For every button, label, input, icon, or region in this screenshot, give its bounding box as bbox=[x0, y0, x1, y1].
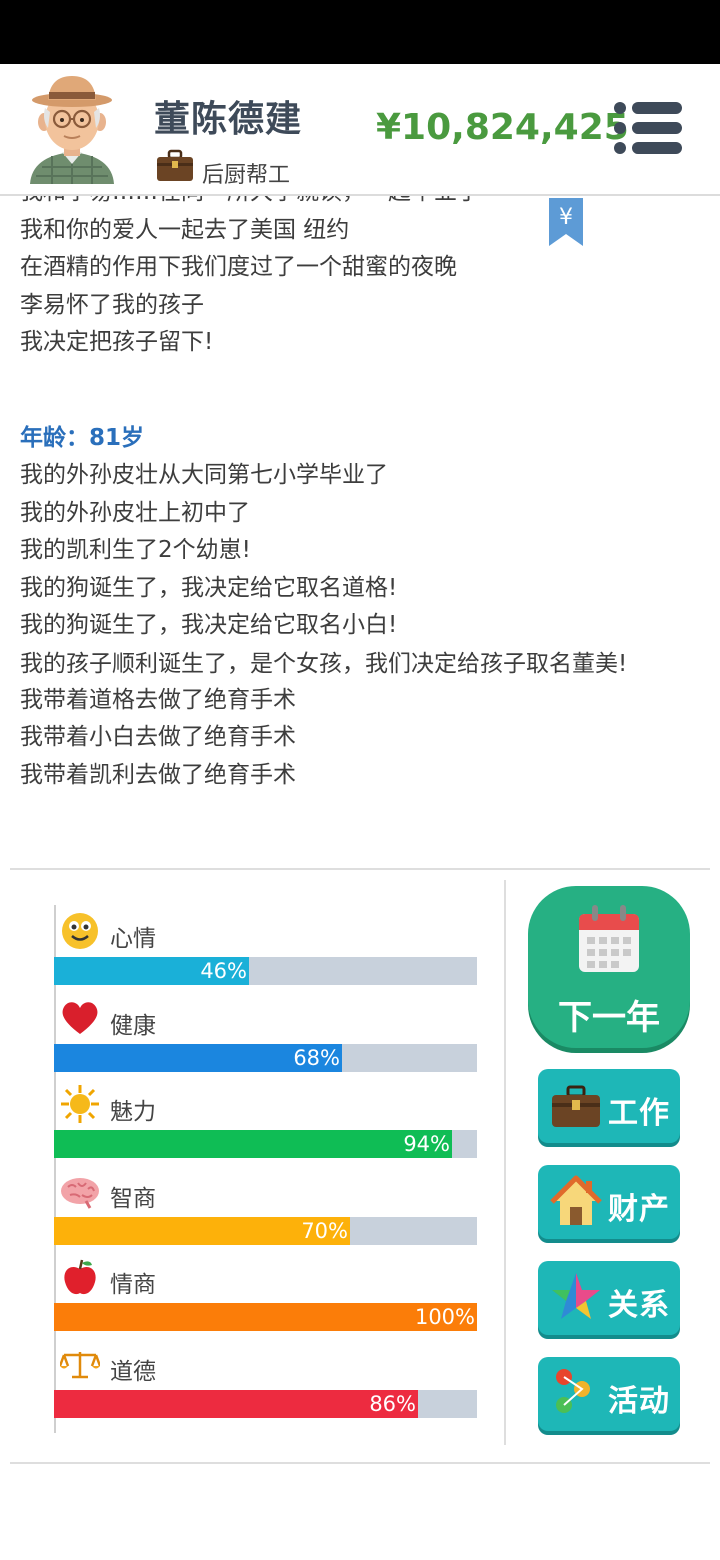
log-line: 我的外孙皮壮从大同第七小学毕业了 bbox=[20, 462, 388, 488]
stat-bar-fill: 86% bbox=[54, 1389, 418, 1418]
stat-bar-track: 86% bbox=[54, 1389, 477, 1418]
activities-label: 活动 bbox=[608, 1384, 670, 1419]
briefcase-icon bbox=[552, 1085, 600, 1127]
stat-label: 道德 bbox=[110, 1358, 156, 1385]
age-heading: 年龄：81岁 bbox=[20, 424, 145, 451]
stat-bar-track: 68% bbox=[54, 1043, 477, 1072]
stat-row: 道德 86% bbox=[54, 1338, 477, 1424]
stat-row: 健康 68% bbox=[54, 992, 477, 1078]
stat-bar-value: 100% bbox=[414, 1305, 475, 1329]
log-line: 我带着道格去做了绝育手术 bbox=[20, 686, 296, 713]
stat-bar-track: 70% bbox=[54, 1216, 477, 1245]
stat-bar-fill: 68% bbox=[54, 1043, 342, 1072]
next-year-label: 下一年 bbox=[558, 998, 660, 1038]
work-label: 工作 bbox=[608, 1096, 670, 1131]
next-year-button[interactable]: 下一年 bbox=[528, 886, 690, 1048]
svg-text:¥: ¥ bbox=[559, 205, 573, 230]
star-icon bbox=[552, 1273, 600, 1319]
stat-bar-value: 46% bbox=[200, 959, 247, 983]
log-line: 我带着凯利去做了绝育手术 bbox=[20, 761, 296, 788]
stat-row: 魅力 94% bbox=[54, 1078, 477, 1164]
profile-header: 董陈德建 后厨帮工 ¥10,824,425 bbox=[0, 64, 720, 194]
stat-row: 情商 100% bbox=[54, 1251, 477, 1337]
panel-divider bbox=[504, 880, 506, 1445]
sun-icon bbox=[60, 1084, 100, 1124]
assets-label: 财产 bbox=[608, 1192, 670, 1227]
log-line: 我和你的爱人一起去了美国 纽约 bbox=[20, 216, 350, 243]
assets-button[interactable]: 财产 bbox=[538, 1165, 680, 1239]
character-name: 董陈德建 bbox=[154, 99, 303, 140]
relations-label: 关系 bbox=[608, 1288, 670, 1323]
stat-bar-fill: 94% bbox=[54, 1130, 452, 1158]
stat-row: 智商 70% bbox=[54, 1165, 477, 1251]
house-icon bbox=[550, 1175, 602, 1225]
money-balance: ¥10,824,425 bbox=[376, 107, 629, 148]
bottom-divider bbox=[10, 1462, 710, 1464]
log-line-partial: 我和李易……在同一所大学就读，一起毕业了 bbox=[20, 196, 700, 212]
briefcase-icon bbox=[157, 149, 193, 181]
log-line: 我的孩子顺利诞生了，是个女孩，我们决定给孩子取名董美! bbox=[20, 650, 628, 677]
log-line: 我决定把孩子留下! bbox=[20, 329, 214, 355]
relations-button[interactable]: 关系 bbox=[538, 1261, 680, 1335]
stat-bar-value: 70% bbox=[301, 1218, 348, 1243]
stat-bar-value: 94% bbox=[403, 1132, 450, 1156]
log-line: 我的狗诞生了，我决定给它取名道格! bbox=[20, 574, 398, 601]
log-line: 在酒精的作用下我们度过了一个甜蜜的夜晚 bbox=[20, 254, 457, 280]
menu-icon[interactable] bbox=[612, 100, 684, 156]
old-man-avatar bbox=[30, 76, 114, 184]
log-line: 我的狗诞生了，我决定给它取名小白! bbox=[20, 612, 398, 638]
stat-label: 智商 bbox=[110, 1185, 156, 1212]
scales-icon bbox=[58, 1344, 102, 1384]
stat-bar-value: 86% bbox=[369, 1391, 416, 1416]
activity-dots-icon bbox=[556, 1369, 590, 1413]
log-line: 我的凯利生了2个幼崽! bbox=[20, 537, 251, 563]
calendar-icon bbox=[579, 905, 639, 972]
log-line: 我带着小白去做了绝育手术 bbox=[20, 724, 296, 750]
log-line: 李易怀了我的孩子 bbox=[20, 291, 204, 318]
stat-bar-fill: 46% bbox=[54, 957, 249, 985]
apple-icon bbox=[60, 1257, 100, 1297]
heart-icon bbox=[60, 998, 100, 1038]
stat-bar-value: 68% bbox=[293, 1045, 340, 1070]
log-line: 我的外孙皮壮上初中了 bbox=[20, 499, 250, 526]
event-log[interactable]: 我和李易……在同一所大学就读，一起毕业了 我和你的爱人一起去了美国 纽约 在酒精… bbox=[0, 196, 720, 868]
stat-bar-track: 100% bbox=[54, 1303, 477, 1331]
work-button[interactable]: 工作 bbox=[538, 1069, 680, 1143]
brain-icon bbox=[60, 1171, 100, 1211]
job-title: 后厨帮工 bbox=[202, 163, 291, 188]
stat-label: 魅力 bbox=[110, 1099, 156, 1125]
stat-label: 心情 bbox=[110, 926, 156, 952]
stat-bar-track: 94% bbox=[54, 1130, 477, 1158]
activities-button[interactable]: 活动 bbox=[538, 1357, 680, 1431]
stat-row: 心情 46% bbox=[54, 905, 477, 991]
log-divider bbox=[10, 868, 710, 870]
stat-bar-fill: 70% bbox=[54, 1216, 350, 1245]
stat-bar-fill: 100% bbox=[54, 1303, 477, 1331]
stat-bar-track: 46% bbox=[54, 957, 477, 985]
status-bar bbox=[0, 0, 720, 64]
stat-label: 健康 bbox=[110, 1012, 156, 1039]
money-bookmark-icon[interactable]: ¥ bbox=[547, 198, 585, 248]
stat-label: 情商 bbox=[110, 1272, 156, 1298]
smiley-face-icon bbox=[60, 911, 100, 951]
